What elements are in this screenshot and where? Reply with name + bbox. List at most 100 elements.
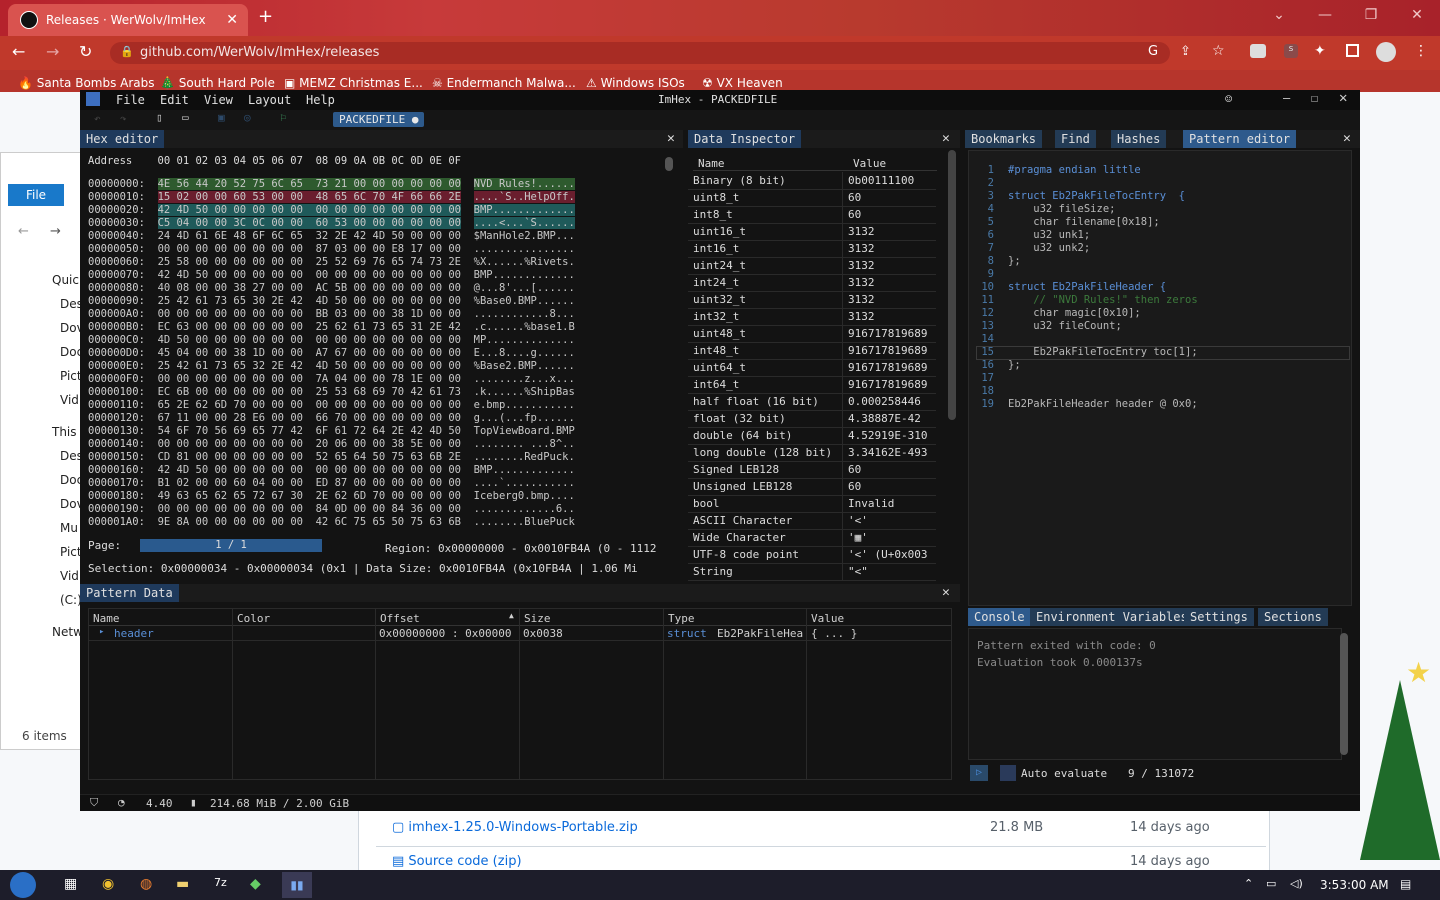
hex-row-ascii[interactable]: ........ ...8^.. <box>474 438 575 450</box>
open-file-icon[interactable]: ▭ <box>182 111 189 124</box>
imhex-taskbar-icon[interactable]: ▮▮ <box>282 872 312 898</box>
clock[interactable]: 3:53:00 AM <box>1320 878 1389 892</box>
code-line[interactable]: 3 struct Eb2PakFileTocEntry { <box>970 190 1185 203</box>
hex-row[interactable]: 00000030: C5 04 00 00 3C 0C 00 00 60 53 … <box>88 217 575 230</box>
minimize-button[interactable]: — <box>1302 0 1348 30</box>
tab-bookmarks[interactable]: Bookmarks <box>965 130 1043 148</box>
hex-row-ascii[interactable]: NVD Rules!...... <box>473 178 575 190</box>
back-icon[interactable]: ← <box>18 224 29 239</box>
code-line[interactable]: 6 u32 unk1; <box>970 229 1091 242</box>
inspector-row[interactable]: Wide Character '▦' <box>688 529 936 547</box>
browser-tab[interactable]: Releases · WerWolv/ImHex ✕ <box>8 4 248 36</box>
code-line[interactable]: 10 struct Eb2PakFileHeader { <box>970 281 1166 294</box>
inspector-row[interactable]: uint48_t 916717819689 <box>688 325 936 343</box>
hex-row-bytes[interactable]: 00 00 00 00 00 00 00 00 BB 03 00 00 38 1… <box>158 308 461 320</box>
auto-evaluate-checkbox[interactable] <box>1000 765 1016 781</box>
7zip-icon[interactable]: 7z <box>214 876 227 889</box>
hex-row[interactable]: 00000140: 00 00 00 00 00 00 00 00 20 06 … <box>88 438 575 451</box>
menu-file[interactable]: File <box>116 93 145 107</box>
sort-ascending-icon[interactable]: ▲ <box>509 611 514 620</box>
undo-icon[interactable]: ↶ <box>94 112 101 125</box>
reload-icon[interactable]: ↻ <box>79 42 92 61</box>
folder-icon[interactable]: ▬ <box>176 876 189 892</box>
page-selector[interactable]: 1 / 1 <box>140 539 322 552</box>
code-line[interactable]: 9 <box>970 268 1008 281</box>
hex-row-ascii[interactable]: ....`........... <box>474 477 575 489</box>
hex-row-ascii[interactable]: ....`S..HelpOff. <box>473 191 575 203</box>
bookmark-item[interactable]: 🎄 South Hard Pole <box>160 76 275 90</box>
nav-item[interactable]: Vid <box>60 569 79 583</box>
hex-row-bytes[interactable]: B1 02 00 00 60 04 00 00 ED 87 00 00 00 0… <box>158 477 461 489</box>
extension-icon[interactable] <box>1250 44 1266 58</box>
file-tab[interactable]: File <box>8 184 64 206</box>
hex-row-ascii[interactable]: $ManHole2.BMP... <box>474 230 575 242</box>
hex-row-ascii[interactable]: E...8....g...... <box>474 347 575 359</box>
forward-icon[interactable]: → <box>46 42 59 61</box>
nav-item[interactable]: Pict <box>60 545 82 559</box>
sidepanel-icon[interactable] <box>1346 44 1359 57</box>
close-button[interactable]: ✕ <box>1339 90 1347 106</box>
hex-row-bytes[interactable]: 25 42 61 73 65 30 2E 42 4D 50 00 00 00 0… <box>158 295 461 307</box>
console-scrollbar[interactable] <box>1340 633 1348 755</box>
puzzle-icon[interactable]: ✦ <box>1314 43 1326 59</box>
hex-row-bytes[interactable]: 4D 50 00 00 00 00 00 00 00 00 00 00 00 0… <box>158 334 461 346</box>
inspector-row[interactable]: int32_t 3132 <box>688 308 936 326</box>
nav-item[interactable]: (C:) <box>60 593 82 607</box>
hex-row-ascii[interactable]: e.bmp........... <box>474 399 575 411</box>
tab-hashes[interactable]: Hashes <box>1111 130 1167 148</box>
extension-s-icon[interactable]: s <box>1284 44 1298 58</box>
back-icon[interactable]: ← <box>12 42 25 61</box>
code-line[interactable]: 14 <box>970 333 1008 346</box>
share-icon[interactable]: ⇪ <box>1180 44 1191 59</box>
smiley-icon[interactable]: ☺ <box>1225 92 1232 106</box>
inspector-row[interactable]: int64_t 916717819689 <box>688 376 936 394</box>
menu-layout[interactable]: Layout <box>248 93 291 107</box>
inspector-row[interactable]: uint16_t 3132 <box>688 223 936 241</box>
inspector-scrollbar[interactable] <box>948 150 956 420</box>
taskview-icon[interactable]: ▦ <box>64 876 77 892</box>
nav-item[interactable]: Netw <box>52 625 83 639</box>
menu-help[interactable]: Help <box>306 93 335 107</box>
tray-chevron-icon[interactable]: ⌃ <box>1244 877 1253 890</box>
hex-row[interactable]: 00000040: 24 4D 61 6E 48 6F 6C 65 32 2E … <box>88 230 575 243</box>
hex-row-ascii[interactable]: ........z...x... <box>474 373 575 385</box>
hex-row-bytes[interactable]: 65 2E 62 6D 70 00 00 00 00 00 00 00 00 0… <box>158 399 461 411</box>
tab-search-icon[interactable]: ⌄ <box>1256 0 1302 30</box>
hex-row-ascii[interactable]: BMP............. <box>473 204 575 216</box>
close-icon[interactable]: ✕ <box>942 585 950 600</box>
kebab-menu-icon[interactable]: ⋮ <box>1414 43 1428 59</box>
hex-row[interactable]: 00000120: 67 11 00 00 28 E6 00 00 66 70 … <box>88 412 575 425</box>
inspector-row[interactable]: ASCII Character '<' <box>688 512 936 530</box>
expand-arrow-icon[interactable]: ▸ <box>99 627 104 637</box>
tab-settings[interactable]: Settings <box>1184 608 1254 626</box>
inspector-row[interactable]: uint8_t 60 <box>688 189 936 207</box>
new-tab-button[interactable]: + <box>258 6 273 27</box>
hex-row-bytes[interactable]: 9E 8A 00 00 00 00 00 00 42 6C 75 65 50 7… <box>158 516 461 528</box>
code-line[interactable]: 19 Eb2PakFileHeader header @ 0x0; <box>970 398 1197 411</box>
hex-row-bytes[interactable]: 15 02 00 00 60 53 00 00 48 65 6C 70 4F 6… <box>157 191 461 203</box>
col-value[interactable]: Value <box>811 612 844 625</box>
hex-row[interactable]: 00000010: 15 02 00 00 60 53 00 00 48 65 … <box>88 191 575 204</box>
hex-row-ascii[interactable]: .k......%ShipBas <box>474 386 575 398</box>
hex-row-ascii[interactable]: @...8'...[...... <box>474 282 575 294</box>
hex-row-bytes[interactable]: C5 04 00 00 3C 0C 00 00 60 53 00 00 00 0… <box>157 217 461 229</box>
tab-sections[interactable]: Sections <box>1258 608 1328 626</box>
hex-row-ascii[interactable]: %X......%Rivets. <box>474 256 575 268</box>
col-name[interactable]: Name <box>93 612 120 625</box>
maximize-button[interactable]: ☐ <box>1311 91 1318 105</box>
hex-row-bytes[interactable]: 54 6F 70 56 69 65 77 42 6F 61 72 64 2E 4… <box>158 425 461 437</box>
hex-row-bytes[interactable]: 00 00 00 00 00 00 00 00 87 03 00 00 E8 1… <box>158 243 461 255</box>
tab-pattern-editor[interactable]: Pattern editor <box>1183 130 1297 148</box>
hex-row[interactable]: 00000060: 25 58 00 00 00 00 00 00 25 52 … <box>88 256 575 269</box>
code-line[interactable]: 16}; <box>970 359 1020 372</box>
col-offset[interactable]: Offset <box>380 612 420 625</box>
tab-data-inspector[interactable]: Data Inspector <box>688 130 802 148</box>
hex-row-ascii[interactable]: BMP............. <box>474 464 575 476</box>
minimize-button[interactable]: — <box>1283 91 1290 105</box>
hex-row-bytes[interactable]: 4E 56 44 20 52 75 6C 65 73 21 00 00 00 0… <box>157 178 461 190</box>
hex-row-ascii[interactable]: .............6.. <box>474 503 575 515</box>
hex-row-ascii[interactable]: %Base2.BMP...... <box>474 360 575 372</box>
hex-row[interactable]: 00000090: 25 42 61 73 65 30 2E 42 4D 50 … <box>88 295 575 308</box>
col-color[interactable]: Color <box>237 612 270 625</box>
tab-console[interactable]: Console <box>968 608 1031 626</box>
